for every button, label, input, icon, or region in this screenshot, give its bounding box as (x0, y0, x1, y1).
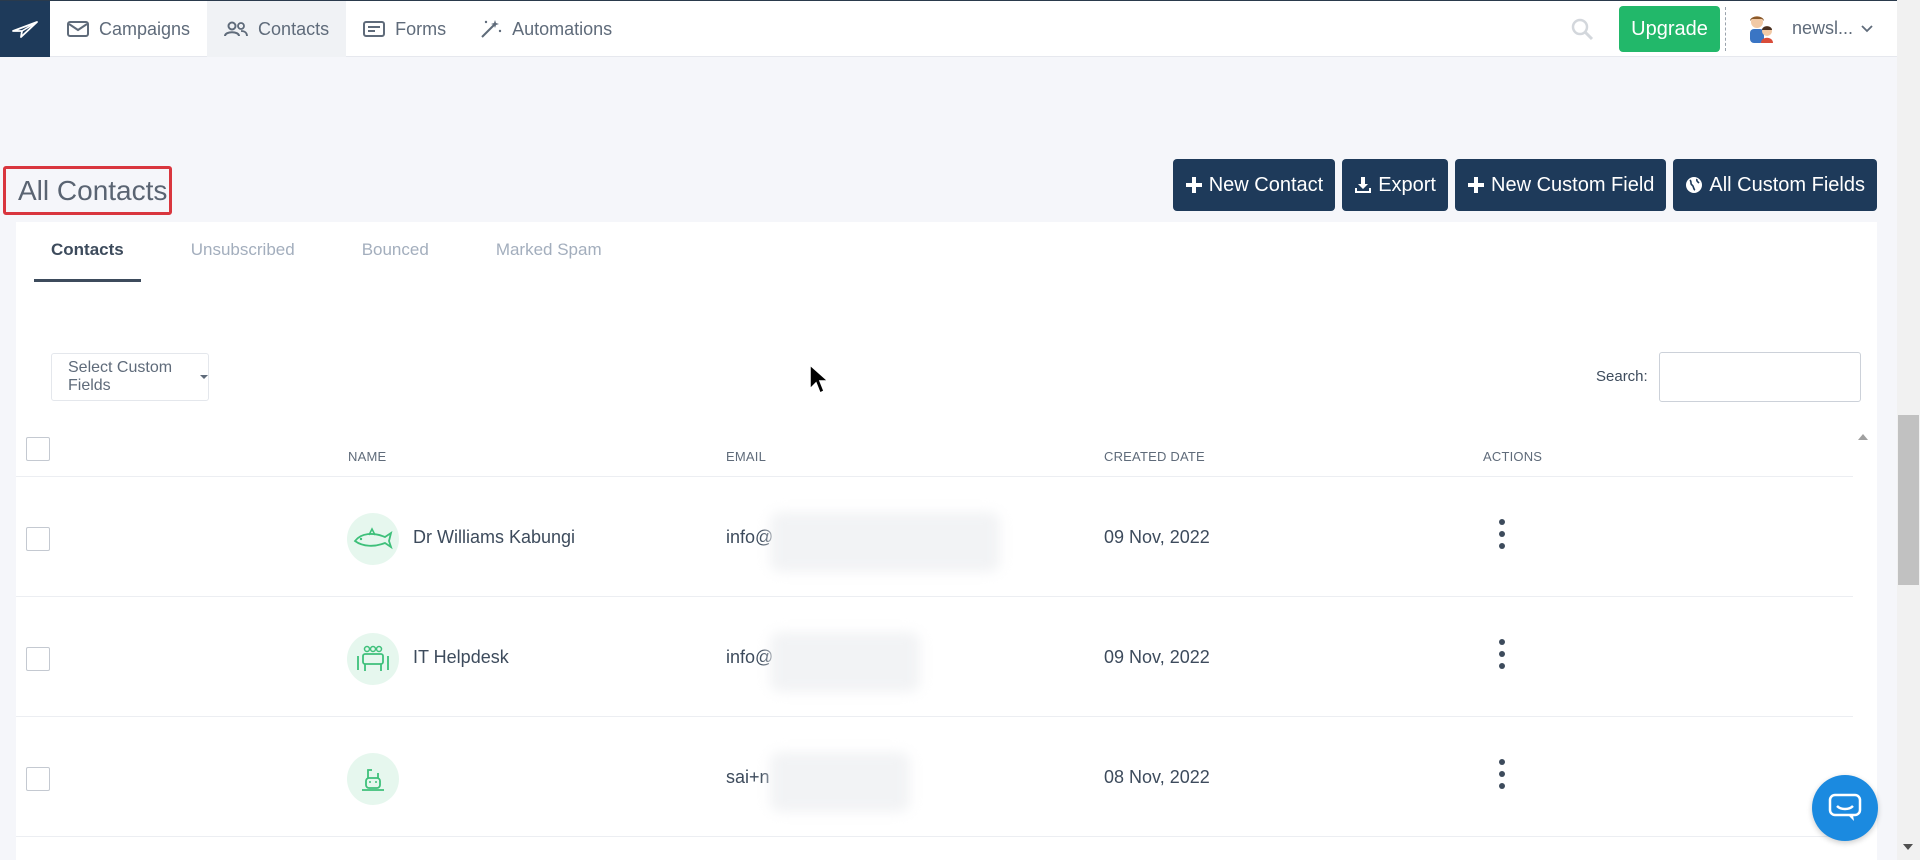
contact-avatar (347, 753, 399, 805)
table-row[interactable]: IT Helpdesk info@ 09 Nov, 2022 (16, 597, 1853, 717)
contact-email: sai+n (726, 767, 770, 787)
envelope-icon (67, 21, 89, 37)
nav-automations-label: Automations (512, 18, 613, 39)
globe-icon (1686, 177, 1703, 193)
plus-icon (1468, 177, 1484, 193)
main-nav: Campaigns Contacts Forms Automations (50, 1, 629, 57)
contacts-table: NAME EMAIL CREATED DATE ACTIONS Dr Willi… (16, 425, 1853, 837)
account-menu[interactable]: newsl... (1792, 18, 1873, 39)
select-custom-fields-dropdown[interactable]: Select Custom Fields (51, 353, 209, 401)
all-custom-fields-button[interactable]: All Custom Fields (1673, 159, 1877, 211)
users-icon (224, 21, 248, 37)
all-custom-fields-label: All Custom Fields (1709, 173, 1865, 196)
export-label: Export (1378, 173, 1436, 196)
table-row[interactable]: Dr Williams Kabungi info@ 09 Nov, 2022 (16, 477, 1853, 597)
new-custom-field-button[interactable]: New Custom Field (1455, 159, 1667, 211)
page-scrollbar-thumb[interactable] (1898, 415, 1919, 585)
created-date: 09 Nov, 2022 (1104, 647, 1210, 667)
redacted-email (770, 632, 920, 692)
select-all-checkbox[interactable] (26, 437, 50, 461)
mouse-cursor-icon (809, 363, 830, 395)
app-logo[interactable] (0, 1, 50, 57)
crab-icon (362, 769, 384, 791)
paper-plane-icon (12, 21, 38, 38)
row-checkbox[interactable] (26, 767, 50, 791)
top-navbar: Campaigns Contacts Forms Automations Upg… (0, 0, 1897, 57)
search-icon[interactable] (1570, 17, 1594, 41)
row-actions-menu-icon[interactable] (1496, 639, 1508, 669)
search-label: Search: (1596, 368, 1648, 385)
tab-bounced[interactable]: Bounced (345, 222, 446, 282)
nav-forms[interactable]: Forms (346, 1, 463, 57)
magic-wand-icon (481, 20, 502, 38)
tab-unsubscribed[interactable]: Unsubscribed (174, 222, 312, 282)
page-scroll-down-icon[interactable] (1903, 844, 1913, 850)
select-custom-fields-label: Select Custom Fields (68, 359, 173, 394)
contact-name[interactable]: Dr Williams Kabungi (413, 527, 575, 548)
contact-tabs: Contacts Unsubscribed Bounced Marked Spa… (34, 222, 652, 282)
chat-widget-button[interactable] (1812, 775, 1878, 841)
caret-down-icon (200, 375, 208, 379)
tab-contacts[interactable]: Contacts (34, 222, 141, 282)
divider (1725, 7, 1726, 51)
new-contact-label: New Contact (1208, 173, 1324, 196)
row-checkbox[interactable] (26, 647, 50, 671)
created-date: 09 Nov, 2022 (1104, 527, 1210, 547)
redacted-email (770, 512, 1000, 572)
contacts-panel: Contacts Unsubscribed Bounced Marked Spa… (16, 222, 1877, 860)
nav-contacts-label: Contacts (258, 18, 330, 39)
new-contact-button[interactable]: New Contact (1172, 159, 1336, 211)
row-actions-menu-icon[interactable] (1496, 519, 1508, 549)
nav-contacts[interactable]: Contacts (207, 1, 347, 57)
page-title: All Contacts (3, 166, 172, 215)
nav-automations[interactable]: Automations (463, 1, 629, 57)
redacted-email (770, 752, 910, 812)
contact-email: info@ (726, 527, 774, 547)
column-email-header[interactable]: EMAIL (726, 449, 766, 464)
tab-marked-spam[interactable]: Marked Spam (479, 222, 619, 282)
export-button[interactable]: Export (1342, 159, 1448, 211)
group-icon (357, 645, 389, 671)
row-actions-menu-icon[interactable] (1496, 759, 1508, 789)
new-custom-field-label: New Custom Field (1491, 173, 1655, 196)
nav-campaigns-label: Campaigns (99, 18, 191, 39)
download-icon (1355, 177, 1372, 193)
avatar[interactable] (1744, 13, 1776, 45)
search-input[interactable] (1659, 352, 1861, 402)
contact-avatar (347, 633, 399, 685)
table-header: NAME EMAIL CREATED DATE ACTIONS (16, 425, 1853, 477)
contact-email: info@ (726, 647, 774, 667)
created-date: 08 Nov, 2022 (1104, 767, 1210, 787)
column-name-header[interactable]: NAME (348, 449, 386, 464)
upgrade-button[interactable]: Upgrade (1619, 6, 1720, 52)
contact-avatar (347, 513, 399, 565)
table-scroll-up-icon[interactable] (1858, 434, 1868, 440)
plus-icon (1185, 177, 1202, 193)
column-created-header[interactable]: CREATED DATE (1104, 449, 1205, 464)
nav-forms-label: Forms (395, 18, 447, 39)
contact-name[interactable]: IT Helpdesk (413, 647, 509, 668)
header-actions: New Contact Export New Custom Field All … (1172, 159, 1877, 211)
row-checkbox[interactable] (26, 527, 50, 551)
account-name: newsl... (1792, 18, 1854, 38)
nav-campaigns[interactable]: Campaigns (50, 1, 207, 57)
form-icon (363, 21, 386, 37)
table-row[interactable]: sai+n 08 Nov, 2022 (16, 717, 1853, 837)
column-actions-header: ACTIONS (1483, 449, 1543, 464)
shark-icon (353, 527, 393, 550)
chevron-down-icon (1861, 24, 1873, 32)
chat-icon (1828, 793, 1862, 821)
